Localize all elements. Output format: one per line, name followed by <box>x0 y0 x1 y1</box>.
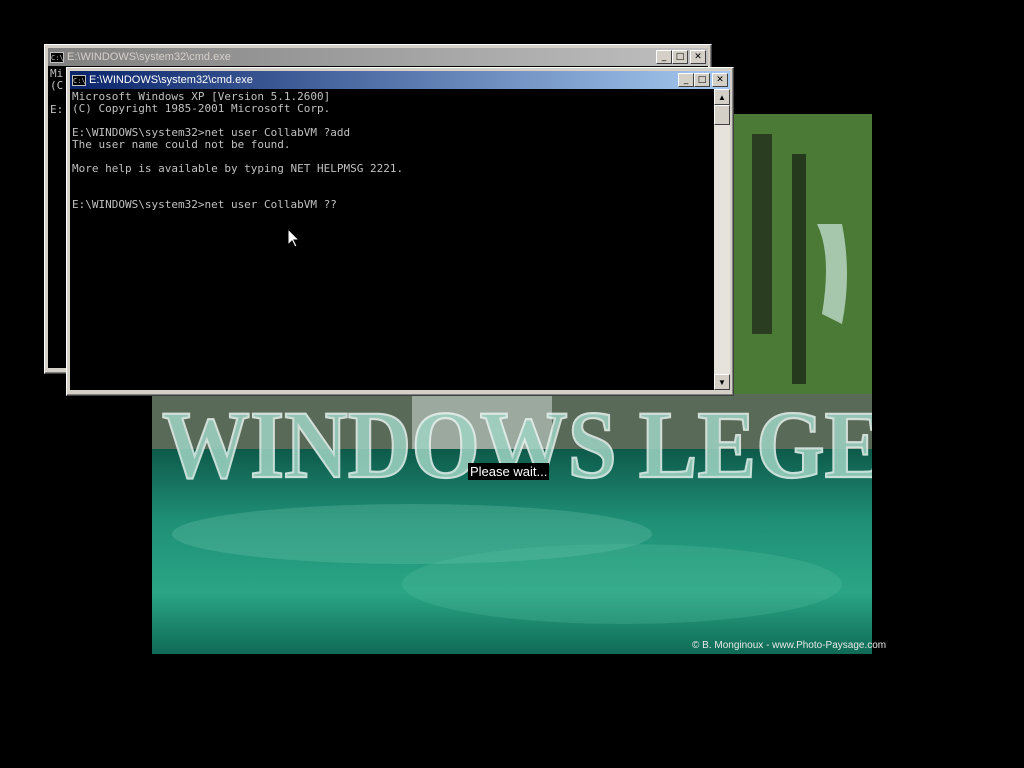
title-bar[interactable]: C:\ E:\WINDOWS\system32\cmd.exe _ □ ✕ <box>48 48 708 66</box>
close-button[interactable]: ✕ <box>712 73 728 87</box>
cmd-icon: C:\ <box>50 51 64 63</box>
close-button[interactable]: ✕ <box>690 50 706 64</box>
scroll-thumb[interactable] <box>714 105 730 125</box>
console-area[interactable]: Microsoft Windows XP [Version 5.1.2600] … <box>70 89 730 390</box>
console-output: Microsoft Windows XP [Version 5.1.2600] … <box>72 90 404 211</box>
window-title: E:\WINDOWS\system32\cmd.exe <box>67 51 231 63</box>
vertical-scrollbar[interactable]: ▲ ▼ <box>714 89 730 390</box>
cmd-window[interactable]: C:\ E:\WINDOWS\system32\cmd.exe _ □ ✕ Mi… <box>66 67 734 396</box>
scroll-up-button[interactable]: ▲ <box>714 89 730 105</box>
photo-credit: © B. Monginoux - www.Photo-Paysage.com <box>692 640 887 651</box>
arrow-cursor-icon <box>288 229 300 248</box>
title-bar[interactable]: C:\ E:\WINDOWS\system32\cmd.exe _ □ ✕ <box>70 71 730 89</box>
maximize-button[interactable]: □ <box>694 73 710 87</box>
scroll-down-button[interactable]: ▼ <box>714 374 730 390</box>
cmd-icon: C:\ <box>72 74 86 86</box>
minimize-button[interactable]: _ <box>678 73 694 87</box>
maximize-button[interactable]: □ <box>672 50 688 64</box>
please-wait-label: Please wait... <box>468 463 550 480</box>
wallpaper-banner: WINDOWS LEGENDE <box>162 392 872 499</box>
window-title: E:\WINDOWS\system32\cmd.exe <box>89 74 253 86</box>
minimize-button[interactable]: _ <box>656 50 672 64</box>
